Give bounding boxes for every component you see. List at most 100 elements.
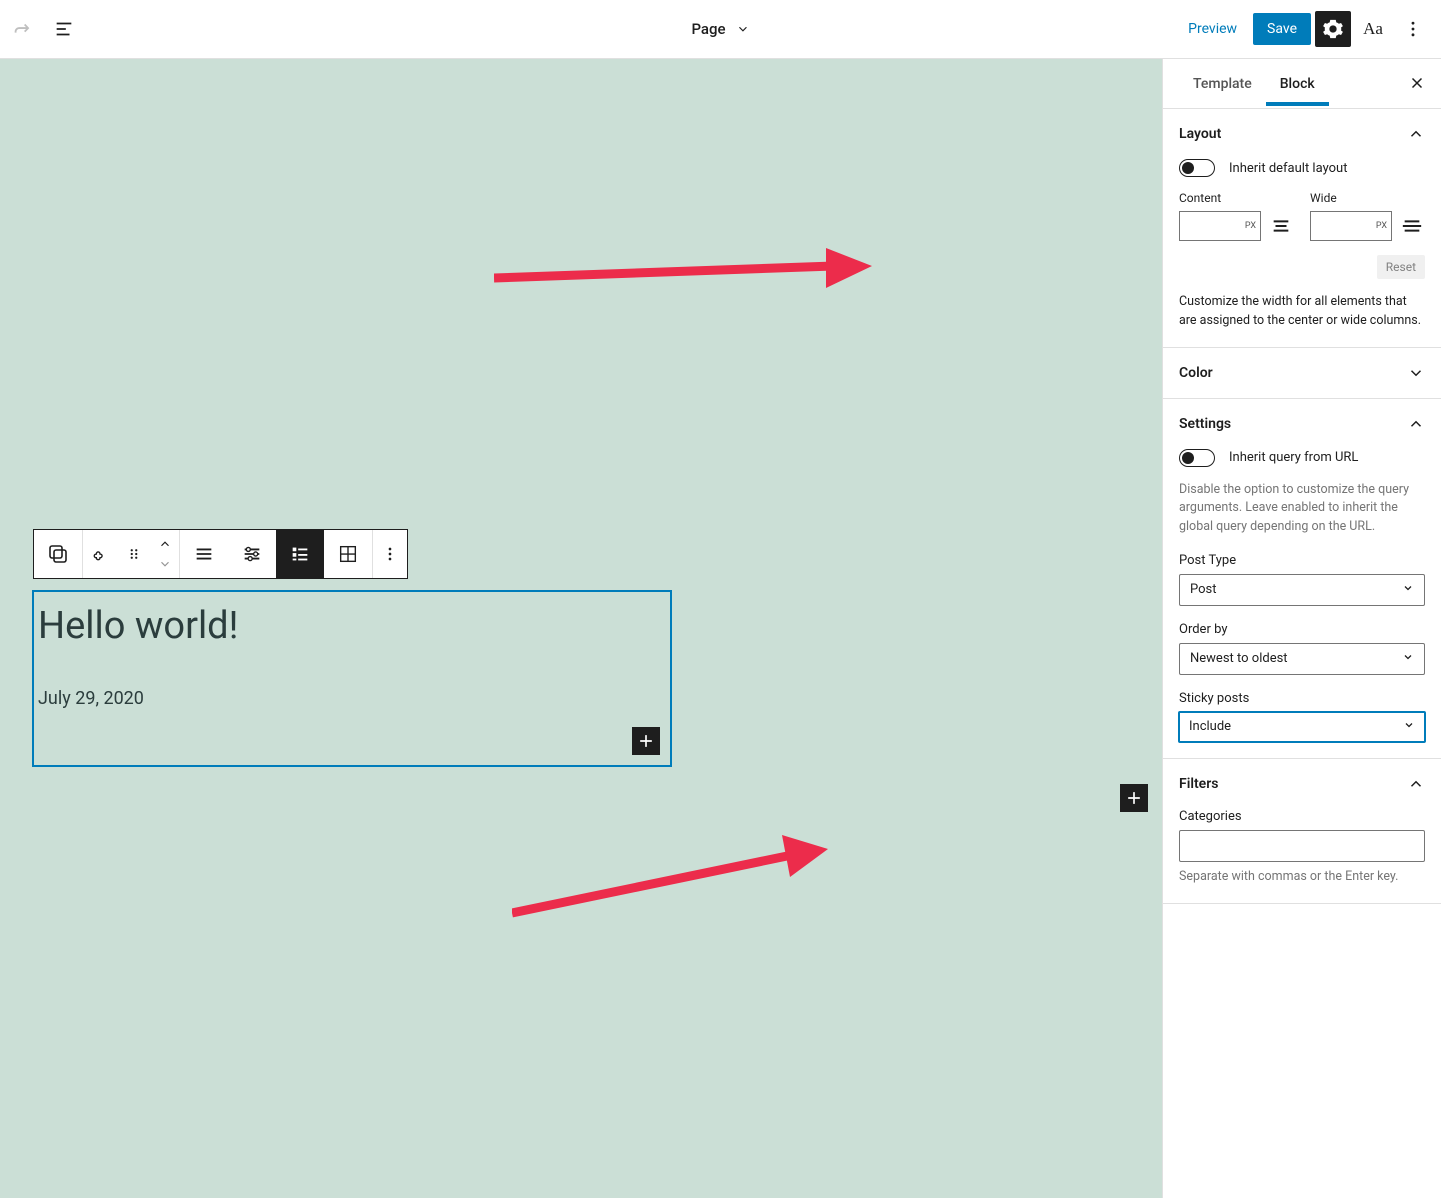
settings-panel-header[interactable]: Settings [1163, 399, 1441, 449]
layout-reset-button[interactable]: Reset [1377, 255, 1425, 279]
document-type-switcher[interactable]: Page [691, 20, 749, 38]
settings-sidebar: Template Block Layout Inherit default la… [1162, 59, 1441, 1198]
preview-button[interactable]: Preview [1176, 15, 1249, 43]
panel-title: Layout [1179, 126, 1221, 142]
inherit-query-toggle[interactable] [1179, 449, 1215, 467]
panel-title: Filters [1179, 776, 1218, 792]
close-icon [1408, 74, 1426, 92]
query-loop-icon [46, 542, 70, 566]
chevron-up-icon [1407, 775, 1425, 793]
tab-block[interactable]: Block [1266, 62, 1329, 106]
add-block-inside-button[interactable] [632, 727, 660, 755]
grid-icon [337, 543, 359, 565]
sticky-posts-label: Sticky posts [1179, 691, 1425, 706]
add-block-button[interactable] [1120, 784, 1148, 812]
unit-label: PX [1245, 221, 1260, 231]
block-more-options[interactable] [373, 530, 407, 578]
gear-icon [1322, 18, 1344, 40]
select-value: Post [1190, 582, 1217, 597]
display-settings-button[interactable] [228, 530, 276, 578]
close-sidebar-button[interactable] [1401, 67, 1433, 99]
wide-align-icon [1400, 214, 1424, 238]
drag-icon [125, 545, 143, 563]
inherit-query-help: Disable the option to customize the quer… [1179, 481, 1425, 537]
kebab-icon [1403, 19, 1423, 39]
more-options-button[interactable] [1395, 11, 1431, 47]
unit-label: PX [1376, 221, 1391, 231]
layout-panel-header[interactable]: Layout [1163, 109, 1441, 159]
categories-input[interactable] [1179, 830, 1425, 862]
kebab-icon [380, 544, 400, 564]
editor-main: Hello world! July 29, 2020 Template Bloc… [0, 59, 1441, 1198]
move-down-button[interactable] [151, 554, 179, 574]
editor-canvas[interactable]: Hello world! July 29, 2020 [0, 59, 1162, 1198]
annotation-arrow [512, 823, 832, 923]
content-width-label: Content [1179, 191, 1294, 205]
redo-button[interactable] [4, 11, 40, 47]
select-value: Newest to oldest [1190, 651, 1288, 666]
list-view-button[interactable] [276, 530, 324, 578]
filters-panel-header[interactable]: Filters [1163, 759, 1441, 809]
document-type-label: Page [691, 20, 725, 38]
drag-handle[interactable] [117, 530, 151, 578]
wide-width-field[interactable] [1311, 219, 1376, 234]
content-width-field[interactable] [1180, 219, 1245, 234]
post-type-label: Post Type [1179, 553, 1425, 568]
chevron-down-icon [1402, 582, 1414, 594]
plus-icon [636, 731, 656, 751]
filter-icon [241, 543, 263, 565]
select-value: Include [1189, 719, 1231, 734]
toggle-label: Inherit default layout [1229, 161, 1347, 176]
chevron-down-icon [158, 557, 172, 571]
topbar-left [0, 11, 82, 47]
document-overview-button[interactable] [46, 11, 82, 47]
list-icon [289, 543, 311, 565]
color-panel: Color [1163, 348, 1441, 399]
settings-button[interactable] [1315, 11, 1351, 47]
filters-panel: Filters Categories Separate with commas … [1163, 759, 1441, 904]
layout-panel: Layout Inherit default layout Content PX [1163, 109, 1441, 348]
save-button[interactable]: Save [1253, 13, 1311, 45]
post-type-select[interactable]: Post [1179, 574, 1425, 606]
content-align-icon [1269, 214, 1293, 238]
align-button[interactable] [180, 530, 228, 578]
select-parent-button[interactable] [83, 530, 117, 578]
chevron-up-icon [1407, 415, 1425, 433]
order-by-label: Order by [1179, 622, 1425, 637]
editor-topbar: Page Preview Save Aa [0, 0, 1441, 59]
categories-label: Categories [1179, 809, 1425, 824]
move-up-button[interactable] [151, 534, 179, 554]
order-by-select[interactable]: Newest to oldest [1179, 643, 1425, 675]
wide-width-input[interactable]: PX [1310, 211, 1392, 241]
query-loop-block[interactable]: Hello world! July 29, 2020 [32, 590, 672, 767]
post-title: Hello world! [38, 604, 670, 648]
plus-icon [1124, 788, 1144, 808]
annotation-arrow [494, 246, 874, 306]
layout-help-text: Customize the width for all elements tha… [1179, 293, 1425, 331]
settings-panel: Settings Inherit query from URL Disable … [1163, 399, 1441, 759]
loop-icon [89, 543, 111, 565]
sticky-posts-select[interactable]: Include [1178, 711, 1426, 743]
color-panel-header[interactable]: Color [1163, 348, 1441, 398]
block-toolbar [33, 529, 408, 579]
content-width-input[interactable]: PX [1179, 211, 1261, 241]
inherit-layout-toggle[interactable] [1179, 159, 1215, 177]
tab-template[interactable]: Template [1179, 62, 1266, 106]
panel-title: Color [1179, 365, 1213, 381]
chevron-up-icon [158, 537, 172, 551]
chevron-up-icon [1407, 125, 1425, 143]
categories-help: Separate with commas or the Enter key. [1179, 868, 1425, 887]
topbar-right: Preview Save Aa [1176, 11, 1441, 47]
align-icon [193, 543, 215, 565]
styles-button[interactable]: Aa [1355, 11, 1391, 47]
block-type-button[interactable] [34, 530, 82, 578]
chevron-down-icon [1403, 719, 1415, 731]
chevron-down-icon [1407, 364, 1425, 382]
panel-title: Settings [1179, 416, 1231, 432]
block-movers [151, 530, 179, 578]
wide-width-label: Wide [1310, 191, 1425, 205]
chevron-down-icon [1402, 651, 1414, 663]
post-date: July 29, 2020 [38, 688, 670, 709]
grid-view-button[interactable] [324, 530, 372, 578]
toggle-label: Inherit query from URL [1229, 450, 1358, 465]
